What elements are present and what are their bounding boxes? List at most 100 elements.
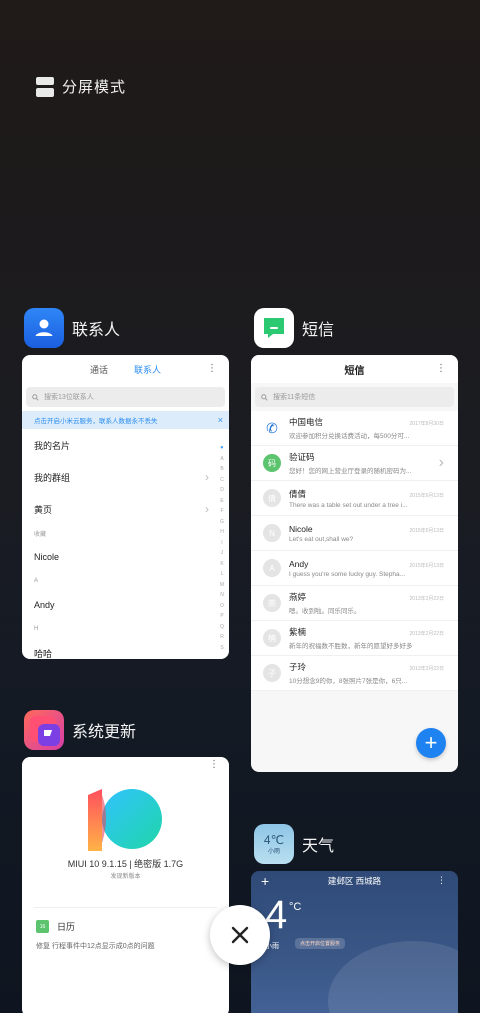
message-time: 2015年6月13日 bbox=[409, 492, 444, 499]
weather-unit: °C bbox=[289, 901, 302, 913]
message-thread[interactable]: 倩倩倩 2015年6月13日 There was a table set out u… bbox=[251, 481, 458, 516]
index-letter[interactable]: H bbox=[220, 527, 224, 538]
update-app-card[interactable]: ⋮ MIUI 10 9.1.15 | 绝密版 1.7G 发现新版本 16 日历 … bbox=[22, 757, 229, 1013]
index-letter[interactable]: G bbox=[220, 517, 224, 528]
message-thread[interactable]: A Andy 2015年6月13日 I guess you're some lucky… bbox=[251, 551, 458, 586]
more-icon[interactable]: ⋮ bbox=[437, 875, 446, 886]
split-screen-label: 分屏模式 bbox=[62, 79, 127, 96]
new-message-button[interactable]: + bbox=[416, 728, 446, 758]
index-letter[interactable]: O bbox=[220, 601, 224, 612]
weather-app-name: 天气 bbox=[302, 838, 335, 855]
message-thread-body: 子玲 2013年2月22日 10分想念9的你，8张照片7张是你，6只... bbox=[289, 661, 444, 685]
index-letter[interactable]: R bbox=[220, 632, 224, 643]
more-icon[interactable]: ⋮ bbox=[436, 363, 446, 374]
list-item[interactable]: 黄页 › bbox=[34, 493, 229, 525]
index-letter[interactable]: Q bbox=[220, 622, 224, 633]
messages-app-card[interactable]: 短信 ⋮ 搜索11条短信 ✆ 中国电信 2017年8月30日 欢迎参加积分兑换话费活动… bbox=[251, 355, 458, 772]
index-letter[interactable]: ♥ bbox=[221, 443, 224, 454]
message-thread[interactable]: 楠紫楠 2013年2月22日 新年的祝福数不胜数，新年的愿望好多好多 bbox=[251, 621, 458, 656]
sender-name: Nicole bbox=[289, 523, 313, 534]
section-header: A bbox=[34, 573, 229, 589]
message-thread[interactable]: 燕燕婷 2013年2月22日嗯。收到啦。同乐同乐。 bbox=[251, 586, 458, 621]
message-thread[interactable]: 码验证码 您好！您的网上营业厅登录的随机密码为... › bbox=[251, 446, 458, 481]
list-item[interactable]: Andy bbox=[34, 589, 229, 621]
message-time: 2017年8月30日 bbox=[409, 421, 444, 427]
list-item-label: 我的名片 bbox=[34, 440, 71, 451]
message-thread[interactable]: ✆ 中国电信 2017年8月30日 欢迎参加积分兑换话费活动，每500分可... bbox=[251, 411, 458, 446]
tab-calls[interactable]: 通话 bbox=[90, 363, 108, 376]
weather-app-icon: 4℃ 小雨 bbox=[254, 824, 294, 864]
index-letter[interactable]: L bbox=[221, 569, 224, 580]
message-thread-top: Nicole 2015年6月13日 bbox=[289, 524, 444, 534]
more-icon[interactable]: ⋮ bbox=[207, 363, 217, 374]
message-thread[interactable]: 子子玲 2013年2月22日 10分想念9的你，8张照片7张是你，6只... bbox=[251, 656, 458, 691]
message-thread-body: 紫楠 2013年2月22日 新年的祝福数不胜数，新年的愿望好多好多 bbox=[289, 626, 444, 650]
index-letter[interactable]: N bbox=[220, 590, 224, 601]
list-item[interactable]: 我的名片 bbox=[34, 429, 229, 461]
index-letter[interactable]: M bbox=[220, 580, 224, 591]
contacts-app-card[interactable]: 通话 联系人 ⋮ 搜索13位联系人 点击开启小米云服务，联系人数据永不丢失 × … bbox=[22, 355, 229, 659]
cloud-notice-banner[interactable]: 点击开启小米云服务，联系人数据永不丢失 × bbox=[22, 411, 229, 429]
tab-contacts[interactable]: 联系人 bbox=[134, 363, 161, 376]
index-letter[interactable]: I bbox=[221, 538, 222, 549]
update-app-header[interactable]: 系统更新 bbox=[24, 710, 136, 750]
miui-10-logo bbox=[88, 789, 162, 851]
messages-app-header[interactable]: 短信 bbox=[254, 308, 334, 348]
message-thread-list: ✆ 中国电信 2017年8月30日 欢迎参加积分兑换话费活动，每500分可... 码验证… bbox=[251, 411, 458, 691]
contacts-tabs: 通话 联系人 ⋮ bbox=[22, 355, 229, 383]
section-header: 收藏 bbox=[34, 525, 229, 541]
list-item[interactable]: 我的群组 › bbox=[34, 461, 229, 493]
index-letter[interactable]: K bbox=[220, 559, 223, 570]
list-item-label: 我的群组 bbox=[34, 472, 71, 483]
message-thread-body: Nicole 2015年6月13日 Let's eat out,shall we? bbox=[289, 524, 444, 543]
index-letter[interactable]: B bbox=[220, 464, 223, 475]
index-letter[interactable]: F bbox=[220, 506, 223, 517]
avatar: A bbox=[263, 559, 281, 577]
message-thread[interactable]: N Nicole 2015年6月13日 Let's eat out,shall we? bbox=[251, 516, 458, 551]
message-preview: I guess you're some lucky guy. Stepha... bbox=[289, 570, 406, 578]
alphabet-index[interactable]: ♥ A B C D E F G H I J K L M N O P Q R S bbox=[218, 443, 226, 653]
sender-name: 倩倩 bbox=[289, 488, 307, 499]
avatar: 码 bbox=[263, 454, 281, 472]
split-screen-button[interactable]: 分屏模式 bbox=[36, 76, 126, 97]
add-city-icon[interactable]: + bbox=[261, 871, 269, 891]
message-time: 2015年6月13日 bbox=[409, 527, 444, 534]
weather-app-header[interactable]: 4℃ 小雨 天气 bbox=[254, 824, 334, 864]
contacts-search-placeholder: 搜索13位联系人 bbox=[44, 394, 94, 401]
calendar-icon: 16 bbox=[36, 920, 49, 933]
weather-location: 建邺区 西城路 bbox=[327, 876, 382, 886]
messages-search-placeholder: 搜索11条短信 bbox=[273, 394, 316, 401]
messages-search-input[interactable]: 搜索11条短信 bbox=[255, 387, 454, 407]
list-item-label: Nicole bbox=[34, 552, 60, 562]
avatar: 燕 bbox=[263, 594, 281, 612]
divider bbox=[34, 907, 217, 908]
contacts-app-name: 联系人 bbox=[72, 322, 121, 339]
weather-app-card[interactable]: + 建邺区 西城路 ⋮ 4 °C 小雨 点击开启位置服务 bbox=[251, 871, 458, 1013]
index-letter[interactable]: C bbox=[220, 475, 224, 486]
chevron-right-icon: › bbox=[438, 454, 444, 471]
messages-app-name: 短信 bbox=[302, 322, 335, 339]
contacts-search-input[interactable]: 搜索13位联系人 bbox=[26, 387, 225, 407]
list-item[interactable]: 哈哈 bbox=[34, 637, 229, 659]
message-preview: 嗯。收到啦。同乐同乐。 bbox=[289, 608, 361, 615]
index-letter[interactable]: E bbox=[220, 496, 223, 507]
index-letter[interactable]: A bbox=[220, 454, 223, 465]
index-letter[interactable]: P bbox=[220, 611, 223, 622]
sender-name: 燕婷 bbox=[289, 592, 307, 602]
messages-header: 短信 ⋮ bbox=[251, 355, 458, 383]
list-item[interactable]: Nicole bbox=[34, 541, 229, 573]
more-icon[interactable]: ⋮ bbox=[209, 759, 219, 770]
close-icon[interactable]: × bbox=[218, 415, 223, 425]
index-letter[interactable]: D bbox=[220, 485, 224, 496]
message-thread-top: 燕婷 2013年2月22日 bbox=[289, 591, 444, 603]
contacts-app-header[interactable]: 联系人 bbox=[24, 308, 120, 348]
message-preview: 欢迎参加积分兑换话费活动，每500分可... bbox=[289, 433, 410, 440]
index-letter[interactable]: J bbox=[221, 548, 224, 559]
index-letter[interactable]: S bbox=[220, 643, 223, 654]
list-item-label: A bbox=[34, 578, 39, 584]
close-all-button[interactable] bbox=[210, 905, 270, 965]
avatar: 倩 bbox=[263, 489, 281, 507]
messages-title: 短信 bbox=[344, 365, 365, 377]
location-service-badge[interactable]: 点击开启位置服务 bbox=[295, 938, 346, 949]
message-thread-top: 倩倩 2015年6月13日 bbox=[289, 488, 444, 500]
